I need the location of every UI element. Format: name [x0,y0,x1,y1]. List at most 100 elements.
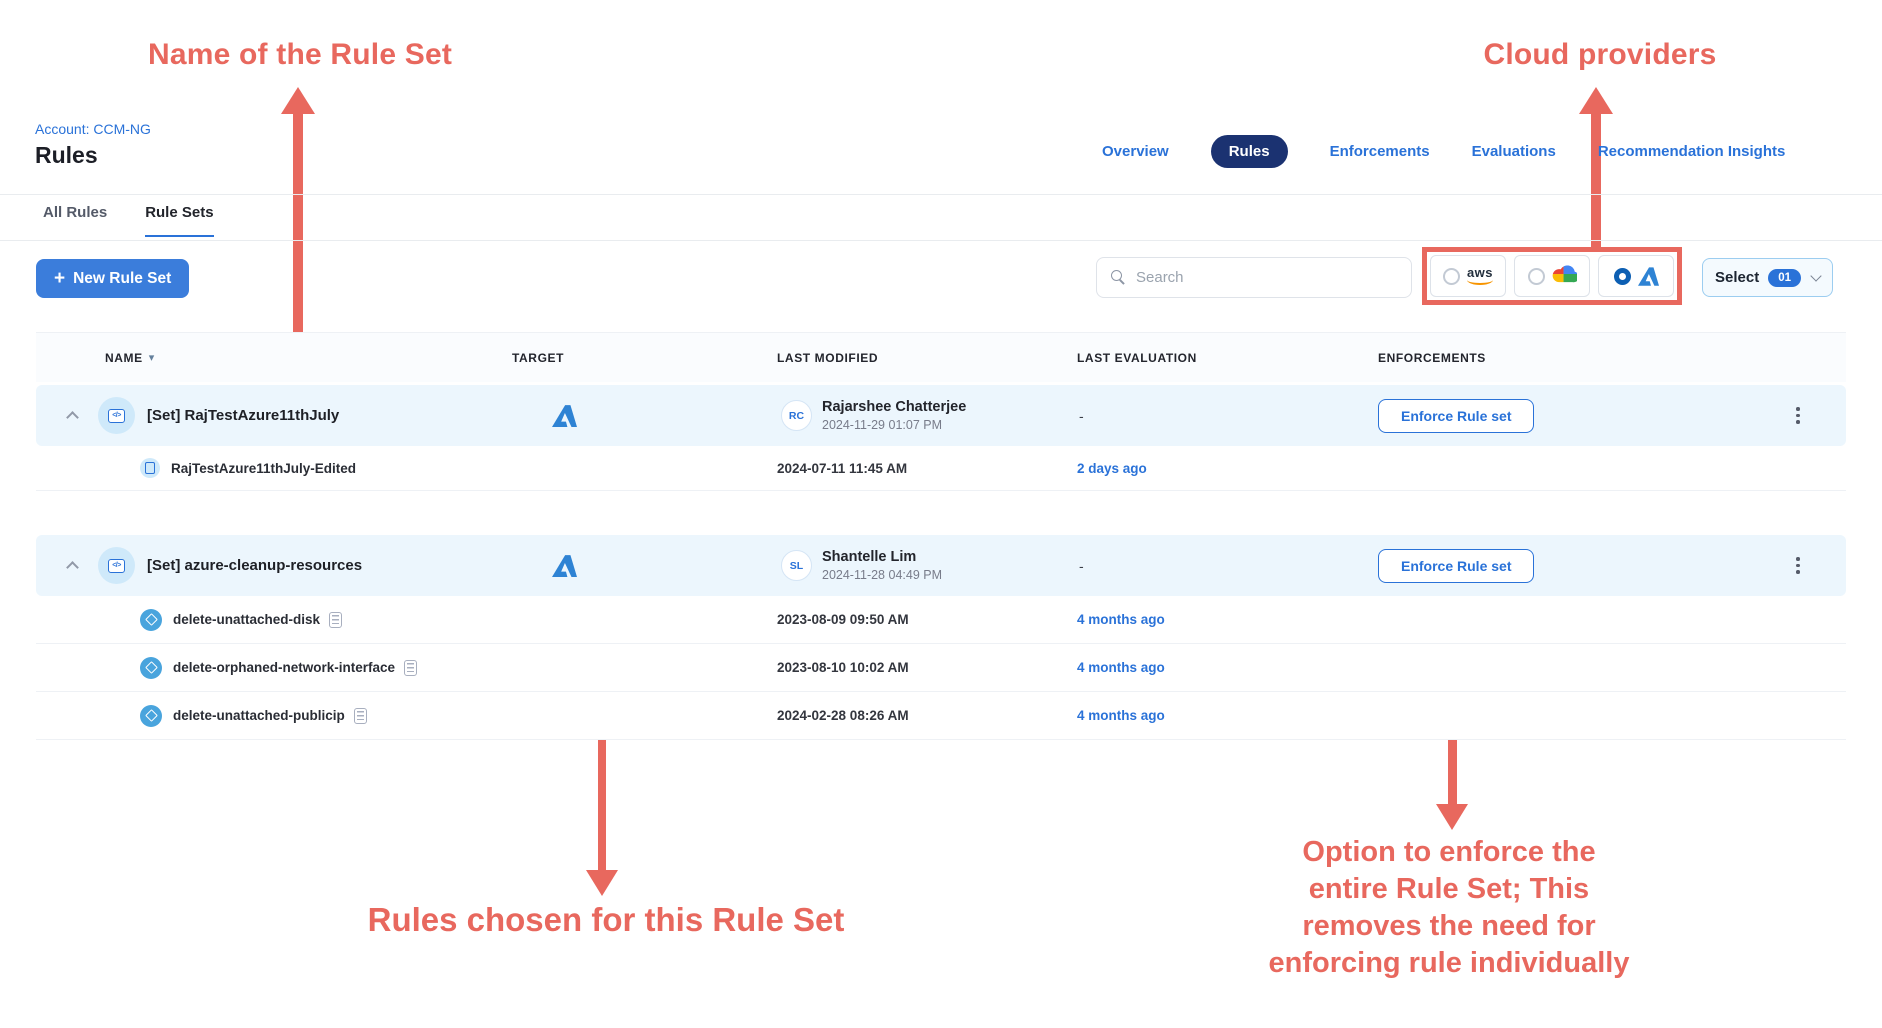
rule-name: delete-unattached-disk [173,612,320,627]
plus-icon [54,268,65,290]
radio-unchecked-icon [1528,268,1545,285]
collapse-chevron-icon[interactable] [63,407,81,425]
annotation-enforce-note-line: removes the need for [1214,908,1684,945]
last-evaluation-link[interactable]: 4 months ago [1077,708,1378,723]
rule-set-icon [98,547,135,584]
rule-document-icon [140,458,160,478]
chevron-down-icon [1810,270,1821,281]
copy-icon[interactable] [404,660,417,676]
annotation-enforce-note-line: Option to enforce the [1214,834,1684,871]
modified-by-name: Rajarshee Chatterjee [822,399,966,415]
provider-toggle-azure[interactable] [1598,255,1674,297]
last-modified-timestamp: 2024-02-28 08:26 AM [777,708,1077,723]
rule-sets-table: NAME ▾ TARGET LAST MODIFIED LAST EVALUAT… [36,332,1846,740]
nav-recommendation-insights[interactable]: Recommendation Insights [1598,143,1786,160]
column-header-name[interactable]: NAME ▾ [36,351,512,365]
rule-icon [140,657,162,679]
rule-name-cell: delete-orphaned-network-interface [36,657,512,679]
tab-bar-divider [0,240,1882,241]
copy-icon[interactable] [329,612,342,628]
rule-set-row: [Set] azure-cleanup-resources SL Shantel… [36,535,1846,596]
select-dropdown[interactable]: Select 01 [1702,258,1833,297]
annotation-arrow-up-icon [1579,87,1613,114]
provider-toggle-gcp[interactable] [1514,255,1590,297]
select-label: Select [1715,269,1759,286]
new-rule-set-button[interactable]: New Rule Set [36,259,189,298]
rule-set-row: [Set] RajTestAzure11thJuly RC Rajarshee … [36,385,1846,446]
nav-rules[interactable]: Rules [1211,135,1288,168]
annotation-rules-chosen: Rules chosen for this Rule Set [330,901,882,939]
annotation-arrow-down-icon [1436,804,1468,830]
sort-descending-icon: ▾ [149,351,155,364]
last-evaluation-link[interactable]: 4 months ago [1077,660,1378,675]
target-cell [512,405,777,427]
tab-rule-sets[interactable]: Rule Sets [145,204,213,237]
annotation-arrow-up-icon [281,87,315,114]
last-modified-timestamp: 2024-07-11 11:45 AM [777,461,1077,476]
annotation-enforce-note-line: entire Rule Set; This [1214,871,1684,908]
enforce-rule-set-button[interactable]: Enforce Rule set [1378,399,1534,433]
avatar: SL [781,550,812,581]
rule-set-name[interactable]: [Set] RajTestAzure11thJuly [147,407,339,424]
breadcrumb-account[interactable]: Account: CCM-NG [35,121,151,137]
kebab-menu-icon[interactable] [1792,403,1804,428]
last-evaluation-link[interactable]: 4 months ago [1077,612,1378,627]
copy-icon[interactable] [354,708,367,724]
avatar: RC [781,400,812,431]
radio-checked-icon [1614,268,1631,285]
modified-by-name: Shantelle Lim [822,549,942,565]
last-modified-timestamp: 2023-08-10 10:02 AM [777,660,1077,675]
rule-name: delete-unattached-publicip [173,708,345,723]
kebab-menu-icon[interactable] [1792,553,1804,578]
rule-set-name[interactable]: [Set] azure-cleanup-resources [147,557,362,574]
nav-evaluations[interactable]: Evaluations [1472,143,1556,160]
rule-row[interactable]: delete-unattached-publicip 2024-02-28 08… [36,692,1846,740]
new-rule-set-label: New Rule Set [73,270,171,288]
select-count-badge: 01 [1768,269,1801,287]
header-divider [0,194,1882,195]
rule-set-name-cell: [Set] RajTestAzure11thJuly [36,397,512,434]
nav-overview[interactable]: Overview [1102,143,1169,160]
search-box[interactable] [1096,257,1412,298]
column-header-target: TARGET [512,351,777,365]
tab-all-rules[interactable]: All Rules [43,204,107,237]
search-input[interactable] [1136,269,1386,286]
last-modified-cell: RC Rajarshee Chatterjee 2024-11-29 01:07… [777,399,1077,432]
rule-set-icon [98,397,135,434]
nav-enforcements[interactable]: Enforcements [1330,143,1430,160]
rule-set-name-cell: [Set] azure-cleanup-resources [36,547,512,584]
table-header-row: NAME ▾ TARGET LAST MODIFIED LAST EVALUAT… [36,332,1846,382]
tab-bar: All Rules Rule Sets [43,204,214,237]
rule-name-cell: delete-unattached-publicip [36,705,512,727]
rule-name-cell: RajTestAzure11thJuly-Edited [36,458,512,478]
rule-row[interactable]: delete-orphaned-network-interface 2023-0… [36,644,1846,692]
enforce-rule-set-button[interactable]: Enforce Rule set [1378,549,1534,583]
annotation-enforce-note-line: enforcing rule individually [1214,945,1684,982]
azure-logo-icon [1638,267,1659,286]
rule-row[interactable]: RajTestAzure11thJuly-Edited 2024-07-11 1… [36,446,1846,491]
cloud-provider-filter: aws [1427,252,1677,300]
enforcements-cell: Enforce Rule set [1378,549,1750,583]
annotation-arrow-down-icon [586,870,618,896]
rule-name-cell: delete-unattached-disk [36,609,512,631]
azure-target-icon [552,555,577,577]
last-modified-cell: SL Shantelle Lim 2024-11-28 04:49 PM [777,549,1077,582]
rule-row[interactable]: delete-unattached-disk 2023-08-09 09:50 … [36,596,1846,644]
last-evaluation-link[interactable]: 2 days ago [1077,461,1378,476]
modified-at-timestamp: 2024-11-28 04:49 PM [822,568,942,582]
rule-name: delete-orphaned-network-interface [173,660,395,675]
azure-target-icon [552,405,577,427]
annotation-enforce-note: Option to enforce the entire Rule Set; T… [1214,834,1684,982]
page-title: Rules [35,142,98,169]
rule-name: RajTestAzure11thJuly-Edited [171,461,356,476]
column-header-label: NAME [105,351,143,365]
search-icon [1111,270,1126,285]
collapse-chevron-icon[interactable] [63,557,81,575]
modified-at-timestamp: 2024-11-29 01:07 PM [822,418,966,432]
column-header-last-modified: LAST MODIFIED [777,351,1077,365]
annotation-arrow-shaft [1591,112,1601,248]
rule-icon [140,609,162,631]
target-cell [512,555,777,577]
provider-toggle-aws[interactable]: aws [1430,255,1506,297]
enforcements-cell: Enforce Rule set [1378,399,1750,433]
